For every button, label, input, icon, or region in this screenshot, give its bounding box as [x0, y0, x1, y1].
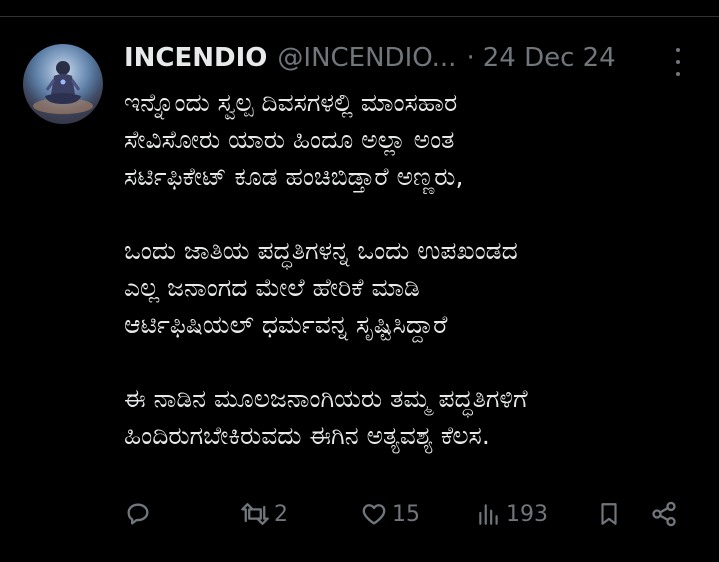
share-icon	[652, 501, 676, 527]
tweet-date[interactable]: 24 Dec 24	[483, 43, 616, 73]
more-options-icon[interactable]	[666, 48, 690, 76]
author-display-name[interactable]: INCENDIO	[124, 43, 267, 73]
like-count: 15	[392, 501, 420, 527]
top-divider	[0, 16, 719, 17]
retweet-count: 2	[274, 501, 288, 527]
author-handle[interactable]: @INCENDIO...	[277, 43, 456, 73]
tweet-text-line: ಇನ್ನೊಂದು ಸ್ವಲ್ಪ ದಿವಸಗಳಲ್ಲಿ ಮಾಂಸಹಾರ	[124, 88, 458, 117]
views-count: 193	[506, 501, 548, 527]
views-button[interactable]: 193	[476, 496, 548, 532]
tweet-text-line: ಎಲ್ಲ ಜನಾಂಗದ ಮೇಲೆ ಹೇರಿಕೆ ಮಾಡಿ	[124, 273, 420, 302]
views-icon	[479, 504, 498, 525]
reply-button[interactable]	[124, 496, 156, 532]
retweet-button[interactable]: 2	[240, 496, 288, 532]
like-button[interactable]: 15	[360, 496, 420, 532]
action-bar: 2 15 193	[124, 496, 694, 532]
heart-icon	[362, 504, 386, 525]
tweet-text-line: ಆರ್ಟಿಫಿಷಿಯಲ್ ಧರ್ಮವನ್ನ ಸೃಷ್ಟಿಸಿದ್ದಾರೆ	[124, 310, 448, 339]
meditating-figure-avatar-icon	[23, 44, 103, 124]
tweet-text: ಇನ್ನೊಂದು ಸ್ವಲ್ಪ ದಿವಸಗಳಲ್ಲಿ ಮಾಂಸಹಾರ ಸೇವಿಸ…	[124, 84, 704, 454]
separator-dot: ·	[466, 43, 475, 73]
tweet-text-line: ಸರ್ಟಿಫಿಕೇಟ್ ಕೂಡ ಹಂಚಿಬಿಡ್ತಾರೆ ಅಣ್ಣರು,	[124, 162, 464, 191]
retweet-icon	[241, 503, 269, 525]
bookmark-button[interactable]	[596, 496, 622, 532]
avatar[interactable]	[23, 44, 103, 124]
reply-icon	[127, 503, 149, 525]
tweet-header: INCENDIO @INCENDIO... · 24 Dec 24	[124, 38, 684, 78]
bookmark-icon	[601, 503, 617, 525]
share-button[interactable]	[650, 496, 678, 532]
tweet-text-line: ಈ ನಾಡಿನ ಮೂಲಜನಾಂಗಿಯರು ತಮ್ಮ ಪದ್ಧತಿಗಳಿಗೆ	[124, 384, 528, 413]
tweet-text-line: ಒಂದು ಜಾತಿಯ ಪದ್ಧತಿಗಳನ್ನ ಒಂದು ಉಪಖಂಡದ	[124, 236, 518, 265]
tweet-text-line: ಸೇವಿಸೋರು ಯಾರು ಹಿಂದೂ ಅಲ್ಲಾ ಅಂತ	[124, 125, 455, 154]
tweet-text-line: ಹಿಂದಿರುಗಬೇಕಿರುವದು ಈಗಿನ ಅತ್ಯವಶ್ಯ ಕೆಲಸ.	[124, 421, 490, 450]
